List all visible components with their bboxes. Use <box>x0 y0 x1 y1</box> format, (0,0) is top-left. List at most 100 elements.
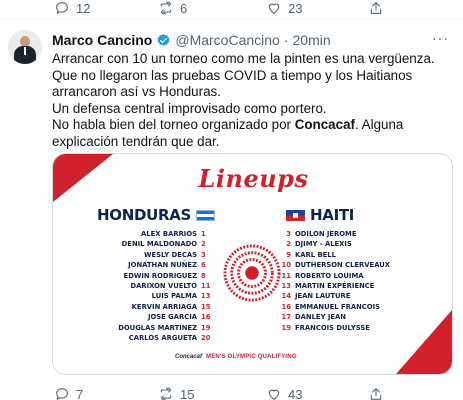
player-name: DUTHERSON CLERVEAUX <box>295 261 391 270</box>
player-name: ALEX BARRIOS <box>141 230 197 238</box>
haiti-lineup: 3 ODILON JEROME 2 DJIMY - ALEXIS 9 KARL BEL… <box>277 229 427 333</box>
player-number: 11 <box>281 271 291 280</box>
player-row: 10 DUTHERSON CLERVEAUX <box>277 260 427 270</box>
player-name: FRANCOIS DULYSSE <box>295 323 370 332</box>
team-honduras: HONDURAS <box>97 206 216 224</box>
player-number: 2 <box>201 240 206 249</box>
share-icon <box>370 2 382 14</box>
player-row: DOUGLAS MARTINEZ 19 <box>81 323 217 333</box>
player-name: MARTIN EXPÉRIENCE <box>295 281 375 290</box>
retweet-action[interactable]: 6 <box>158 0 187 16</box>
previous-tweet-actions: 12 6 23 <box>0 0 463 18</box>
player-row: DENIL MALDONADO 2 <box>81 239 217 249</box>
tweet-header: Marco Cancino @MarcoCancino · 20min <box>52 32 331 48</box>
player-number: 20 <box>201 333 211 342</box>
tweet-line-1: Arrancar con 10 un torneo como me la pin… <box>52 51 435 66</box>
player-row: JOSE GARCIA 16 <box>81 312 217 322</box>
player-row: DARIXON VUELTO 11 <box>81 281 217 291</box>
player-number: 19 <box>201 323 211 332</box>
player-name: ROBERTO LOUIMA <box>295 271 364 280</box>
more-options-icon[interactable]: ··· <box>432 30 449 46</box>
player-row: CARLOS ARGUETA 20 <box>81 333 217 343</box>
tournament-emblem-icon <box>223 244 281 302</box>
lineups-title: Lineups <box>198 164 309 193</box>
haiti-flag-icon <box>286 209 305 221</box>
honduras-flag-icon <box>196 209 216 221</box>
player-name: JONATHAN NUÑEZ <box>128 261 197 270</box>
player-name: EMMANUEL FRANCOIS <box>295 302 380 311</box>
player-row: 14 JEAN LAUTURE <box>277 291 427 301</box>
retweet-action[interactable]: 15 <box>158 386 194 400</box>
like-count: 43 <box>288 386 303 400</box>
player-row: 11 ROBERTO LOUIMA <box>277 271 427 281</box>
retweet-icon <box>160 1 172 15</box>
event-name: MEN'S OLYMPIC QUALIFYING <box>206 354 297 360</box>
player-row: 19 FRANCOIS DULYSSE <box>277 323 427 333</box>
tweet-line-3: Un defensa central improvisado como port… <box>52 100 327 116</box>
honduras-lineup: ALEX BARRIOS 1 DENIL MALDONADO 2 WESLY DEC… <box>81 229 217 343</box>
tweet-divider <box>0 19 463 20</box>
player-number: 13 <box>201 292 211 301</box>
player-number: 8 <box>201 271 206 280</box>
team-haiti: HAITI <box>286 206 354 224</box>
tweet-line-4: No habla bien del torneo organizado por … <box>52 117 452 150</box>
share-icon <box>370 388 382 400</box>
reply-icon <box>56 388 68 400</box>
tweet-line-2: Que no llegaron las pruebas COVID a tiem… <box>52 67 413 100</box>
player-number: 1 <box>201 230 206 238</box>
heart-icon <box>268 3 280 14</box>
player-name: DOUGLAS MARTINEZ <box>118 323 197 332</box>
heart-icon <box>268 389 280 400</box>
retweet-count: 6 <box>180 0 188 16</box>
player-row: EDWIN RODRIGUEZ 8 <box>81 271 217 281</box>
player-row: KERVIN ARRIAGA 15 <box>81 302 217 312</box>
player-name: DANLEY JEAN <box>295 313 346 322</box>
player-name: KERVIN ARRIAGA <box>131 302 197 311</box>
like-count: 23 <box>288 0 303 16</box>
player-name: DJIMY - ALEXIS <box>295 240 352 249</box>
share-action[interactable] <box>368 386 384 400</box>
player-row: JONATHAN NUÑEZ 6 <box>81 260 217 270</box>
player-row: ALEX BARRIOS 1 <box>81 229 217 239</box>
player-row: 17 DANLEY JEAN <box>277 312 427 322</box>
player-name: KARL BELL <box>295 250 336 259</box>
reply-action[interactable]: 7 <box>54 386 83 400</box>
player-number: 3 <box>286 230 291 238</box>
player-name: JEAN LAUTURE <box>295 292 351 301</box>
player-name: WESLY DECAS <box>143 250 197 259</box>
player-number: 19 <box>281 323 291 332</box>
player-number: 16 <box>281 302 291 311</box>
player-name: DARIXON VUELTO <box>130 281 197 290</box>
reply-icon <box>56 2 68 14</box>
card-footer: Concacaf MEN'S OLYMPIC QUALIFYING <box>175 354 297 360</box>
player-row: 3 ODILON JEROME <box>277 229 427 239</box>
author-handle[interactable]: @MarcoCancino <box>175 32 279 48</box>
player-number: 6 <box>201 261 206 270</box>
tweet-time[interactable]: 20min <box>293 32 331 48</box>
player-number: 15 <box>201 302 211 311</box>
tweet-body: Arrancar con 10 un torneo como me la pin… <box>52 51 452 150</box>
player-number: 16 <box>201 313 211 322</box>
author-name[interactable]: Marco Cancino <box>52 32 152 48</box>
share-action[interactable] <box>368 0 384 16</box>
player-row: LUIS PALMA 13 <box>81 291 217 301</box>
player-number: 3 <box>201 250 206 259</box>
player-number: 17 <box>281 313 291 322</box>
like-action[interactable]: 23 <box>266 0 302 16</box>
lineup-image[interactable]: Lineups HONDURAS HAITI ALEX BARRIOS 1 DEN… <box>52 153 453 375</box>
player-name: ODILON JEROME <box>295 230 357 238</box>
reply-count: 12 <box>76 0 91 16</box>
concacaf-mention[interactable]: Concacaf <box>295 117 355 132</box>
like-action[interactable]: 43 <box>266 386 302 400</box>
player-row: WESLY DECAS 3 <box>81 250 217 260</box>
avatar[interactable] <box>8 30 42 64</box>
player-number: 11 <box>201 281 211 290</box>
player-number: 13 <box>281 281 291 290</box>
player-row: 13 MARTIN EXPÉRIENCE <box>277 281 427 291</box>
retweet-icon <box>160 387 172 400</box>
player-number: 9 <box>286 250 291 259</box>
player-name: DENIL MALDONADO <box>121 240 197 249</box>
reply-action[interactable]: 12 <box>54 0 90 16</box>
player-name: JOSE GARCIA <box>147 313 197 322</box>
tweet-line-4-prefix: No habla bien del torneo organizado por <box>52 117 295 132</box>
